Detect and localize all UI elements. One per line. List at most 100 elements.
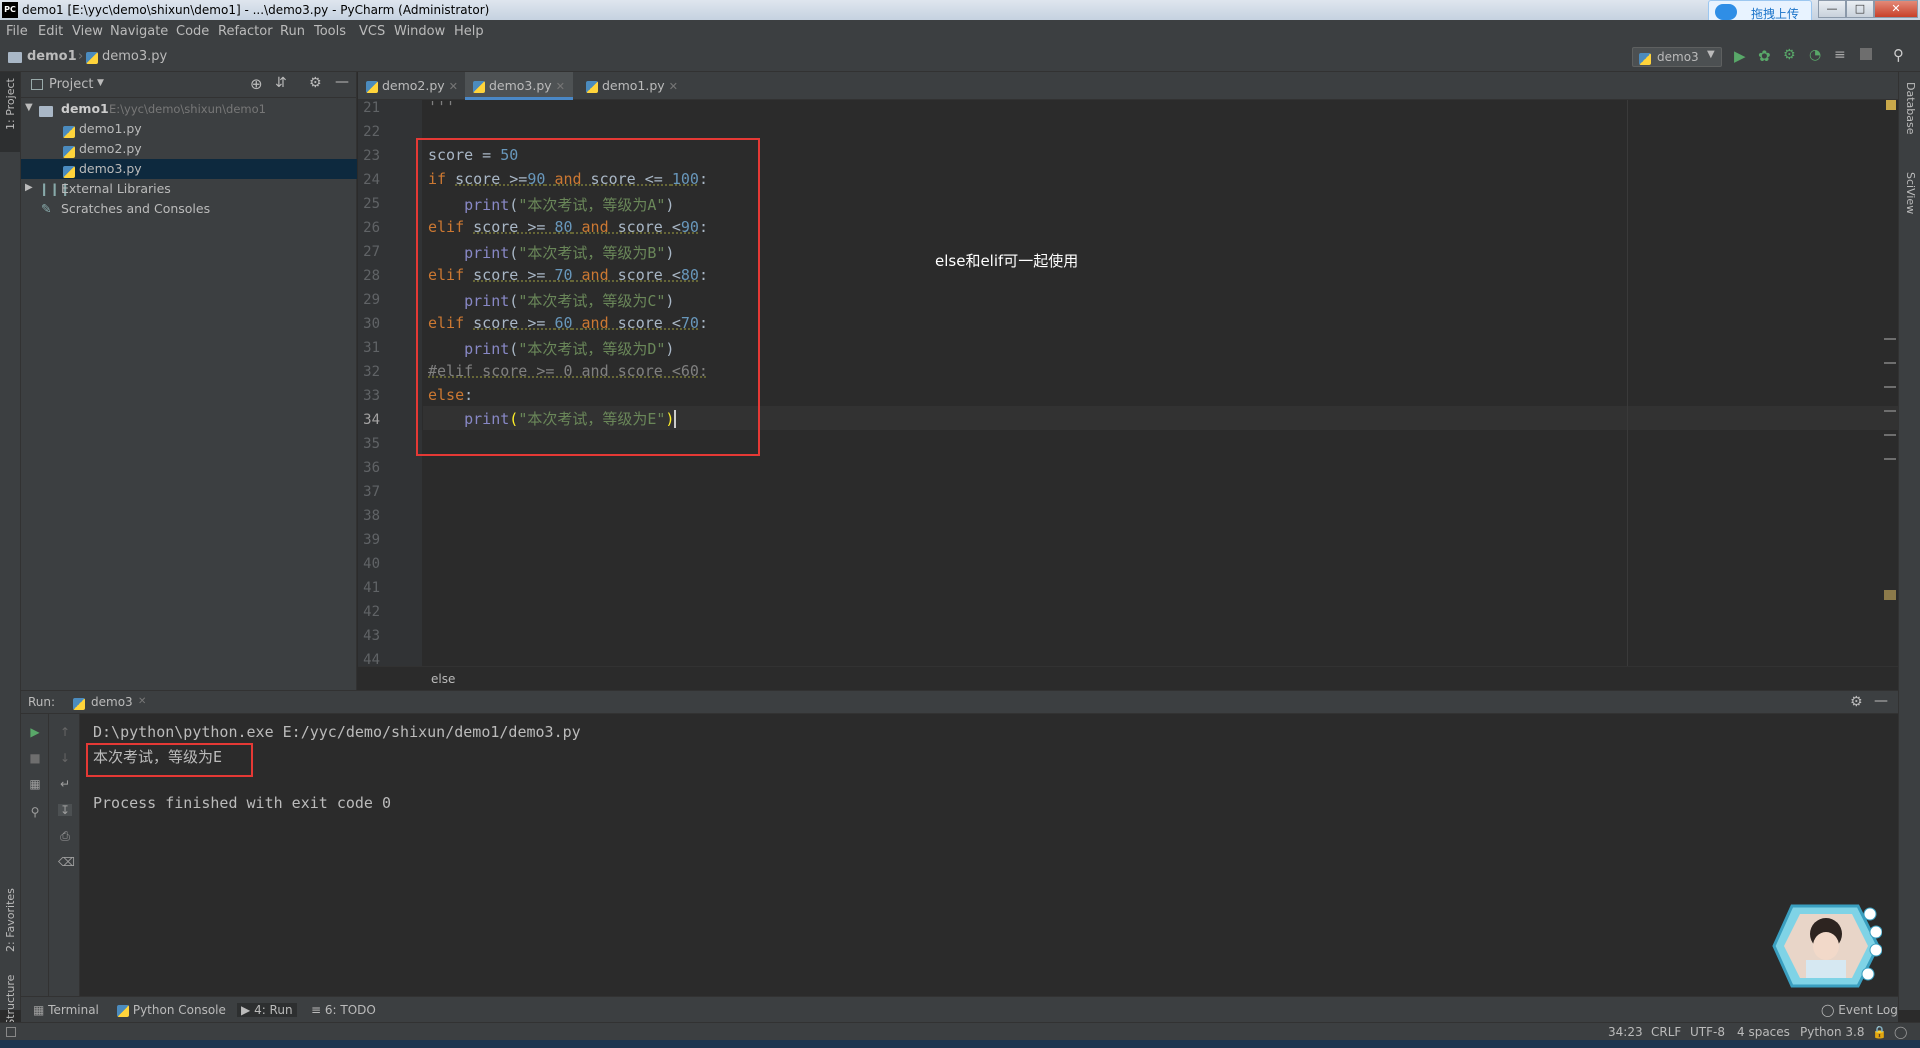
tab-demo2[interactable]: demo2.py ✕ [358,72,466,100]
chevron-down-icon[interactable]: ▼ [97,78,104,88]
tab-label: demo2.py [381,78,445,93]
run-tab[interactable]: demo3 [91,695,133,709]
navigation-bar: demo1 › demo3.py demo3 ▼ ▶ ✿ ⚙ ◔ ≡ ⚲ [0,42,1920,72]
indent-setting[interactable]: 4 spaces [1737,1025,1790,1039]
concurrency-icon[interactable]: ≡ [1834,47,1846,63]
close-icon[interactable]: ✕ [556,80,565,93]
right-tool-strip: Database SciView [1898,72,1920,1010]
tree-file-demo2[interactable]: demo2.py [21,139,357,159]
scratches-label: Scratches and Consoles [61,201,211,216]
close-icon[interactable]: ✕ [449,80,458,93]
stripe-mark [1884,434,1896,436]
expand-icon[interactable]: ▼ [25,102,33,113]
menu-help[interactable]: Help [454,24,484,39]
python-file-icon [63,143,75,158]
print-icon[interactable]: ⎙ [58,830,72,842]
tree-root[interactable]: ▼ demo1 E:\yyc\demo\shixun\demo1 [21,99,357,119]
menu-file[interactable]: File [6,24,28,39]
menu-edit[interactable]: Edit [38,24,63,39]
external-label: External Libraries [61,181,171,196]
todo-label: 6: TODO [324,1003,376,1017]
sciview-tool-tab[interactable]: SciView [1904,172,1917,214]
python-console-tab[interactable]: Python Console [117,1003,226,1017]
close-button[interactable]: ✕ [1874,0,1918,18]
menu-run[interactable]: Run [280,24,305,39]
close-icon[interactable]: ✕ [138,696,146,707]
stop-icon[interactable]: ■ [28,752,42,764]
menu-navigate[interactable]: Navigate [110,24,168,39]
line-number-current: 34 [363,412,380,428]
console-command: D:\python\python.exe E:/yyc/demo/shixun/… [93,723,581,741]
inspector-icon[interactable]: ◯ [1894,1025,1907,1039]
line-number: 29 [363,292,380,308]
avatar-widget[interactable] [1772,900,1883,992]
scroll-to-end-icon[interactable]: ↧ [58,804,72,816]
database-tool-tab[interactable]: Database [1904,82,1917,135]
minimize-button[interactable]: — [1818,0,1846,18]
trash-icon[interactable]: ⌫ [58,856,75,868]
menu-view[interactable]: View [72,24,103,39]
menu-vcs[interactable]: VCS [359,24,385,39]
hide-icon[interactable]: — [1874,693,1888,709]
pin-icon[interactable]: ⚲ [28,806,42,818]
event-log-tab[interactable]: ◯ Event Log [1821,1003,1898,1017]
todo-tab[interactable]: ≡ 6: TODO [311,1003,376,1017]
tree-external-libraries[interactable]: ▶ ❙❙❙ External Libraries [21,179,357,199]
error-stripe[interactable] [1880,100,1898,666]
locate-icon[interactable]: ⊕ [250,75,263,93]
run-icon: ▶ [241,1003,251,1017]
breadcrumb-item[interactable]: else [431,672,455,686]
run-config-select[interactable]: demo3 ▼ [1632,47,1722,67]
line-number: 30 [363,316,380,332]
lock-icon[interactable]: 🔒 [1872,1025,1887,1039]
menu-code[interactable]: Code [176,24,209,39]
expand-icon[interactable]: ▶ [25,182,33,193]
run-icon[interactable]: ▶ [1734,47,1746,65]
layout-icon[interactable]: ▦ [28,778,42,790]
search-icon[interactable]: ⚲ [1893,46,1904,64]
menu-tools[interactable]: Tools [314,24,346,39]
up-arrow-icon[interactable]: ↑ [58,726,72,738]
tab-demo3[interactable]: demo3.py ✕ [465,72,573,100]
tab-label: demo3.py [488,78,552,93]
interpreter[interactable]: Python 3.8 [1800,1025,1865,1039]
gear-icon[interactable]: ⚙ [309,75,322,91]
chevron-right-icon: › [78,49,84,64]
nav-project[interactable]: demo1 [27,49,77,64]
tree-file-demo3[interactable]: demo3.py [21,159,357,179]
stop-icon[interactable] [1860,48,1872,60]
collapse-icon[interactable]: ⇵ [275,75,287,91]
hide-icon[interactable]: — [335,74,349,90]
maximize-button[interactable]: □ [1846,0,1874,18]
rerun-icon[interactable]: ▶ [28,726,42,738]
nav-file[interactable]: demo3.py [102,49,167,64]
tree-file-demo1[interactable]: demo1.py [21,119,357,139]
stripe-mark [1884,458,1896,460]
down-arrow-icon[interactable]: ↓ [58,752,72,764]
line-number: 38 [363,508,380,524]
layout-toggle-icon[interactable] [6,1027,16,1037]
project-view-select[interactable]: Project [49,77,93,92]
coverage-icon[interactable]: ⚙ [1783,47,1796,63]
tab-demo1[interactable]: demo1.py ✕ [578,72,686,100]
editor-gutter: 21 22 23 24 25 26 27 28 29 30 31 32 33 3… [358,100,422,668]
run-console[interactable]: D:\python\python.exe E:/yyc/demo/shixun/… [80,714,1898,996]
run-tool-tab[interactable]: ▶ 4: Run [237,1003,297,1017]
gear-icon[interactable]: ⚙ [1850,694,1863,710]
project-tool-tab[interactable]: 1: Project [4,78,17,130]
favorites-tool-tab[interactable]: 2: Favorites [4,888,17,952]
menu-window[interactable]: Window [394,24,445,39]
caret-position[interactable]: 34:23 [1608,1025,1643,1039]
close-icon[interactable]: ✕ [669,80,678,93]
profile-icon[interactable]: ◔ [1809,47,1821,63]
file-encoding[interactable]: UTF-8 [1690,1025,1725,1039]
line-number: 27 [363,244,380,260]
line-number: 32 [363,364,380,380]
line-separator[interactable]: CRLF [1651,1025,1681,1039]
debug-icon[interactable]: ✿ [1758,47,1771,65]
soft-wrap-icon[interactable]: ↵ [58,778,72,790]
tree-scratches[interactable]: ✎ Scratches and Consoles [21,199,357,219]
inspection-icon[interactable] [1886,100,1896,110]
terminal-tab[interactable]: ▦ Terminal [33,1003,99,1017]
menu-refactor[interactable]: Refactor [218,24,273,39]
